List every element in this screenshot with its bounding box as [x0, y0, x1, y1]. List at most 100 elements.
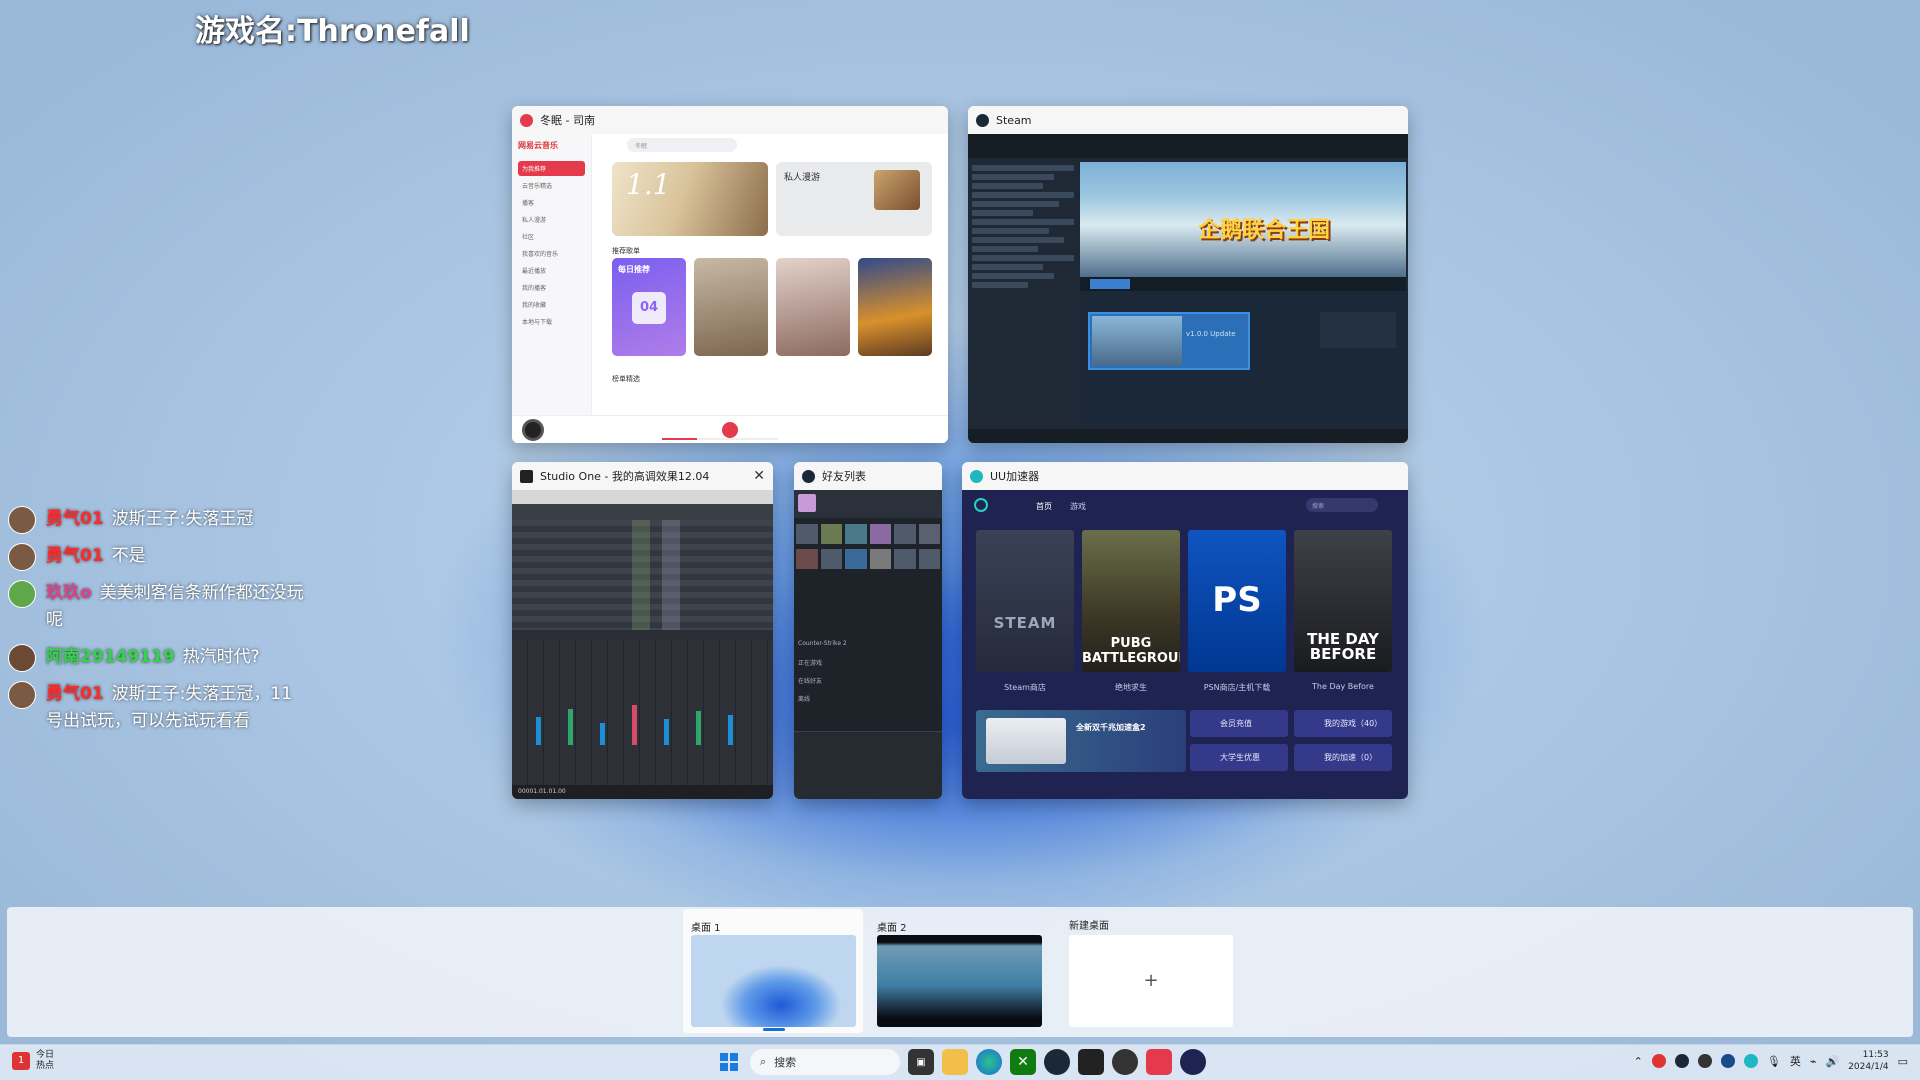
window-music[interactable]: 冬眠 - 司南 网易云音乐 为我推荐 云音乐精选 播客 私人漫游 社区 我喜欢的…: [512, 106, 948, 443]
desktop-1[interactable]: 桌面 1: [683, 909, 863, 1033]
steam-icon[interactable]: [1044, 1049, 1070, 1075]
music-section-title: 榜单精选: [612, 375, 640, 383]
tray-app-icon[interactable]: [1720, 1054, 1735, 1068]
window-uu-accelerator[interactable]: UU加速器 首页 游戏 搜索 STEAM PUBG BATTLEGROUNDS …: [962, 462, 1408, 799]
window-title: 好友列表: [822, 470, 866, 483]
uu-game-caption: 绝地求生: [1115, 683, 1147, 692]
uu-tab: 游戏: [1070, 502, 1086, 511]
music-section-title: 推荐歌单: [612, 247, 640, 255]
new-desktop-label: 新建桌面: [1069, 921, 1109, 932]
chat-message: 勇气01 不是: [8, 543, 308, 571]
chevron-up-icon[interactable]: ⌃: [1634, 1055, 1643, 1068]
avatar: [8, 644, 36, 672]
friends-list-item: 正在游戏: [798, 660, 823, 667]
task-view-icon[interactable]: ▣: [908, 1049, 934, 1075]
window-steam[interactable]: Steam 企鹅联合王国 v1.0.0 Update: [968, 106, 1408, 443]
new-desktop-button[interactable]: 新建桌面 +: [1063, 909, 1233, 1033]
window-title: Studio One - 我的高调效果12.04: [540, 470, 710, 483]
edge-icon[interactable]: [976, 1049, 1002, 1075]
music-nav-item: 我的播客: [522, 285, 547, 292]
notification-icon[interactable]: ▭: [1898, 1055, 1908, 1068]
music-nav-item: 云音乐精选: [522, 183, 553, 190]
clock[interactable]: 11:53 2024/1/4: [1848, 1049, 1888, 1073]
obs-icon[interactable]: [1112, 1049, 1138, 1075]
widget-line1: 今日: [36, 1050, 55, 1060]
avatar: [798, 494, 816, 512]
window-title: Steam: [996, 113, 1032, 127]
steam-tray-icon[interactable]: [1674, 1054, 1689, 1068]
friends-list-preview: Counter-Strike 2 正在游戏 在线好友 离线: [794, 490, 942, 799]
avatar: [8, 580, 36, 608]
desktop-2[interactable]: 桌面 2: [869, 909, 1049, 1033]
music-sidebar: 网易云音乐 为我推荐 云音乐精选 播客 私人漫游 社区 我喜欢的音乐 最近播放 …: [512, 134, 592, 415]
taskbar-search[interactable]: ⌕ 搜索: [750, 1049, 900, 1075]
uu-game-card: THE DAY BEFORE: [1294, 530, 1392, 672]
volume-icon[interactable]: 🔊: [1825, 1055, 1839, 1068]
steam-library-list: [968, 158, 1078, 429]
uu-my-games-button: 我的游戏（40）: [1294, 710, 1392, 737]
music-search-input: 冬眠: [627, 138, 737, 152]
music-progress: [662, 438, 778, 440]
music-nav-item: 私人漫游: [522, 217, 547, 224]
music-fm-title: 私人漫游: [784, 173, 821, 183]
uu-student-button: 大学生优惠: [1190, 744, 1288, 771]
uu-promo-banner: 全新双千兆加速盒2: [976, 710, 1186, 772]
daw-mixer: [512, 640, 773, 785]
steam-action-bar: [1080, 277, 1406, 291]
clock-time: 11:53: [1862, 1050, 1889, 1060]
desktop-label: 桌面 2: [877, 923, 907, 934]
window-studio-one[interactable]: Studio One - 我的高调效果12.04 ✕ 00001.01.01.0…: [512, 462, 773, 799]
window-header[interactable]: UU加速器: [962, 462, 1408, 490]
studio-one-icon[interactable]: [1078, 1049, 1104, 1075]
steam-icon: [976, 113, 989, 127]
plus-icon[interactable]: +: [1069, 935, 1233, 1027]
netease-music-icon[interactable]: [1146, 1049, 1172, 1075]
obs-tray-icon[interactable]: [1697, 1054, 1712, 1068]
music-playlist-card: [694, 258, 768, 356]
microphone-icon[interactable]: 🎙: [1767, 1055, 1781, 1068]
uu-game-card: STEAM: [976, 530, 1074, 672]
steam-news-card: v1.0.0 Update: [1088, 312, 1250, 370]
music-banner: 1.1: [612, 162, 768, 236]
windows-logo-icon: [720, 1053, 738, 1071]
virtual-desktops-tray: 桌面 1 桌面 2 新建桌面 +: [7, 907, 1913, 1037]
music-banner-text: 1.1: [626, 168, 671, 201]
window-header[interactable]: Steam: [968, 106, 1408, 134]
window-friends-list[interactable]: 好友列表 Counter-Strike 2 正在游戏 在线好友 离线: [794, 462, 942, 799]
chat-text: 波斯王子:失落王冠: [111, 509, 254, 529]
network-icon[interactable]: ⌁: [1810, 1055, 1817, 1068]
chat-username: 勇气01: [46, 546, 104, 566]
language-indicator[interactable]: 英: [1790, 1053, 1801, 1069]
start-button[interactable]: [716, 1049, 742, 1075]
system-tray: ⌃ 🎙 英 ⌁ 🔊 11:53 2024/1/4 ▭: [1634, 1049, 1908, 1073]
music-nav-item: 为我推荐: [518, 161, 585, 176]
close-icon[interactable]: ✕: [753, 468, 765, 484]
uu-icon: [970, 469, 983, 483]
widgets-button[interactable]: 1 今日 热点: [12, 1050, 54, 1072]
music-nav-item: 最近播放: [522, 268, 547, 275]
music-playlist-card: [858, 258, 932, 356]
chat-message: 玖玖o 美美刺客信条新作都还没玩呢: [8, 580, 308, 634]
window-header[interactable]: Studio One - 我的高调效果12.04 ✕: [512, 462, 773, 490]
file-explorer-icon[interactable]: [942, 1049, 968, 1075]
uu-tab: 首页: [1036, 502, 1052, 511]
uu-icon[interactable]: [1180, 1049, 1206, 1075]
xbox-icon[interactable]: ✕: [1010, 1049, 1036, 1075]
steam-topbar: [968, 134, 1408, 158]
news-icon: 1: [12, 1052, 30, 1070]
music-nav-item: 我的收藏: [522, 302, 547, 309]
friends-list-item: Counter-Strike 2: [798, 640, 847, 647]
calendar-icon: 04: [632, 292, 666, 324]
steam-news-caption: v1.0.0 Update: [1186, 330, 1236, 338]
chat-username: 勇气01: [46, 509, 104, 529]
live-chat-overlay: 勇气01 波斯王子:失落王冠 勇气01 不是 玖玖o 美美刺客信条新作都还没玩呢 阿南…: [8, 506, 308, 745]
music-daily-title: 每日推荐: [618, 265, 650, 274]
window-header[interactable]: 冬眠 - 司南: [512, 106, 948, 134]
steam-app-preview: 企鹅联合王国 v1.0.0 Update: [968, 134, 1408, 443]
desktop-thumbnail: [877, 935, 1042, 1027]
search-placeholder: 搜索: [774, 1056, 797, 1069]
window-header[interactable]: 好友列表: [794, 462, 942, 490]
window-title: 冬眠 - 司南: [540, 114, 595, 127]
uu-tray-icon[interactable]: [1743, 1054, 1758, 1068]
tray-app-icon[interactable]: [1651, 1054, 1666, 1068]
